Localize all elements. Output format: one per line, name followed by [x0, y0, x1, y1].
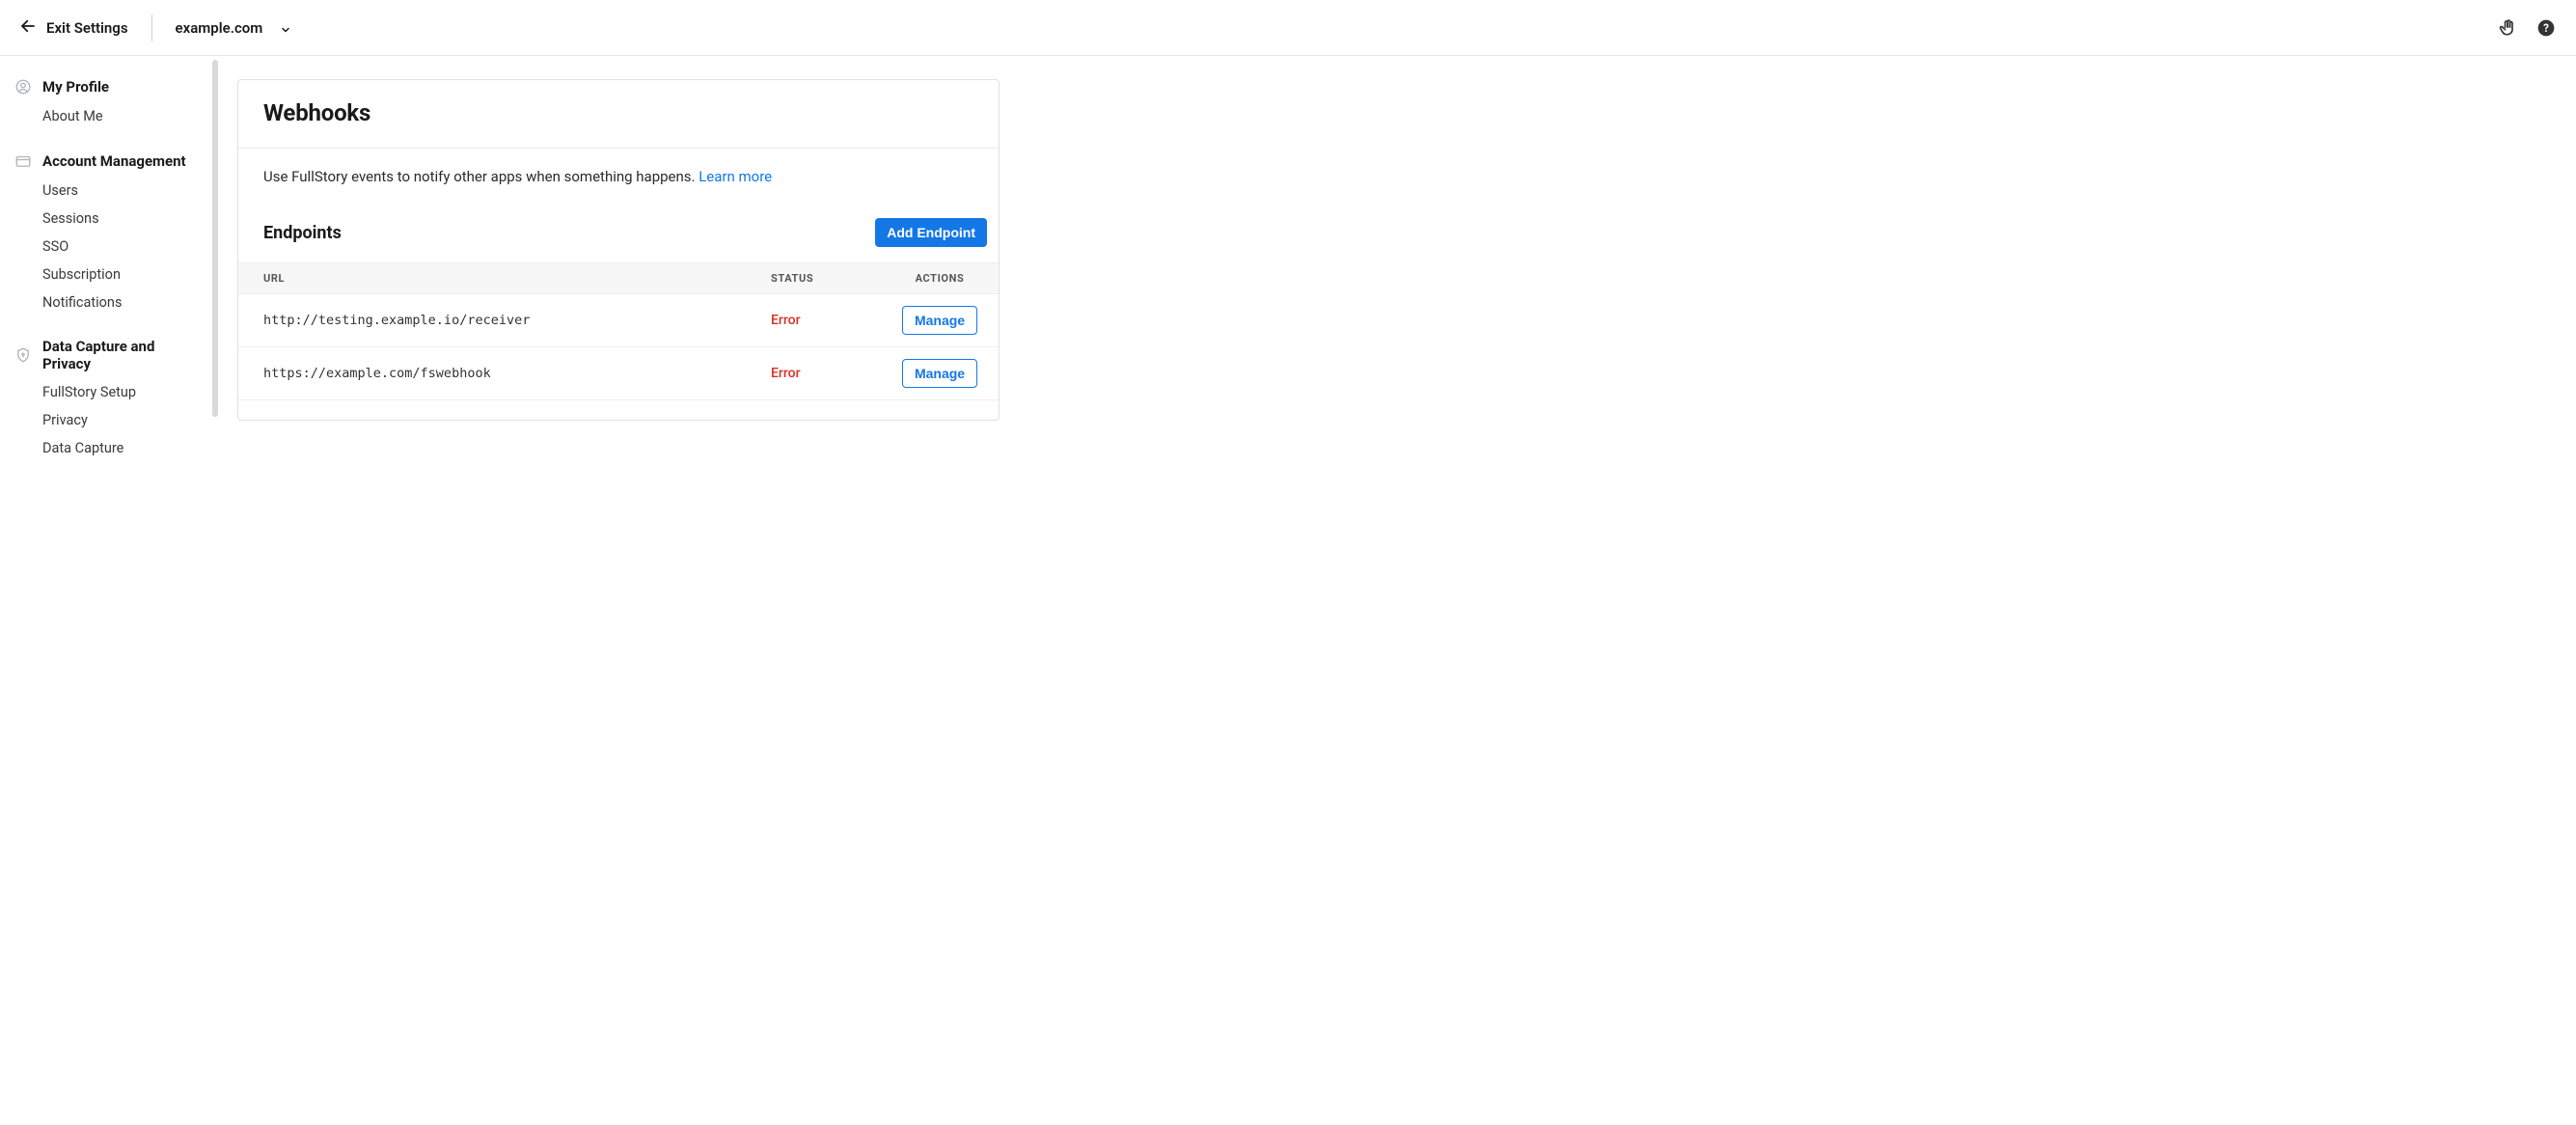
help-icon[interactable]: ?: [2535, 17, 2557, 39]
sidebar-header-profile-label: My Profile: [42, 78, 109, 96]
divider: [151, 14, 152, 41]
endpoints-title: Endpoints: [263, 223, 342, 243]
endpoint-url: http://testing.example.io/receiver: [238, 294, 757, 347]
card-header: Webhooks: [238, 80, 999, 149]
sidebar-item-subscription[interactable]: Subscription: [14, 261, 206, 288]
status-badge: Error: [771, 313, 801, 328]
chevron-down-icon: [280, 22, 291, 34]
th-url: URL: [238, 263, 757, 294]
learn-more-link[interactable]: Learn more: [699, 168, 772, 185]
description-text: Use FullStory events to notify other app…: [263, 168, 699, 185]
add-endpoint-button[interactable]: Add Endpoint: [875, 218, 987, 247]
sidebar-header-account-label: Account Management: [42, 152, 186, 170]
sidebar-header-profile: My Profile: [14, 77, 206, 96]
main: Webhooks Use FullStory events to notify …: [214, 56, 2576, 503]
webhooks-card: Webhooks Use FullStory events to notify …: [237, 79, 1000, 421]
sidebar-item-sessions[interactable]: Sessions: [14, 205, 206, 233]
svg-text:?: ?: [2543, 21, 2549, 35]
user-icon: [14, 77, 33, 96]
page-title: Webhooks: [263, 99, 973, 126]
sidebar-item-users[interactable]: Users: [14, 177, 206, 205]
th-actions: ACTIONS: [883, 263, 999, 294]
sidebar-item-sso[interactable]: SSO: [14, 233, 206, 261]
card-description: Use FullStory events to notify other app…: [238, 149, 999, 185]
sidebar-item-about-me[interactable]: About Me: [14, 102, 206, 130]
topbar-icons: ?: [2497, 17, 2557, 39]
th-status: STATUS: [757, 263, 883, 294]
manage-button[interactable]: Manage: [902, 359, 977, 388]
shield-icon: [14, 345, 33, 365]
exit-settings-label: Exit Settings: [46, 19, 128, 37]
endpoint-url: https://example.com/fswebhook: [238, 347, 757, 400]
sidebar-group-profile: My Profile About Me: [14, 77, 206, 130]
table-row: https://example.com/fswebhook Error Mana…: [238, 347, 999, 400]
sidebar-header-data: Data Capture and Privacy: [14, 338, 206, 372]
endpoints-header: Endpoints Add Endpoint: [238, 185, 999, 262]
arrow-left-icon: [19, 17, 37, 39]
sidebar-item-fullstory-setup[interactable]: FullStory Setup: [14, 378, 206, 406]
sidebar-group-account: Account Management Users Sessions SSO Su…: [14, 151, 206, 316]
sidebar-header-data-label: Data Capture and Privacy: [42, 338, 206, 372]
manage-button[interactable]: Manage: [902, 306, 977, 335]
domain-label: example.com: [176, 19, 263, 37]
exit-settings-button[interactable]: Exit Settings: [19, 17, 128, 39]
domain-switcher[interactable]: example.com: [176, 19, 292, 37]
sidebar: My Profile About Me Account Management U…: [0, 56, 214, 503]
sidebar-group-data: Data Capture and Privacy FullStory Setup…: [14, 338, 206, 462]
sidebar-header-account: Account Management: [14, 151, 206, 171]
sidebar-item-data-capture[interactable]: Data Capture: [14, 434, 206, 462]
sidebar-item-privacy[interactable]: Privacy: [14, 406, 206, 434]
status-badge: Error: [771, 366, 801, 381]
layout: My Profile About Me Account Management U…: [0, 56, 2576, 503]
card-icon: [14, 151, 33, 171]
hand-icon[interactable]: [2497, 17, 2518, 39]
topbar: Exit Settings example.com ?: [0, 0, 2576, 56]
sidebar-item-notifications[interactable]: Notifications: [14, 288, 206, 316]
scrollbar[interactable]: [212, 60, 218, 417]
table-row: http://testing.example.io/receiver Error…: [238, 294, 999, 347]
endpoints-table: URL STATUS ACTIONS http://testing.exampl…: [238, 262, 999, 400]
